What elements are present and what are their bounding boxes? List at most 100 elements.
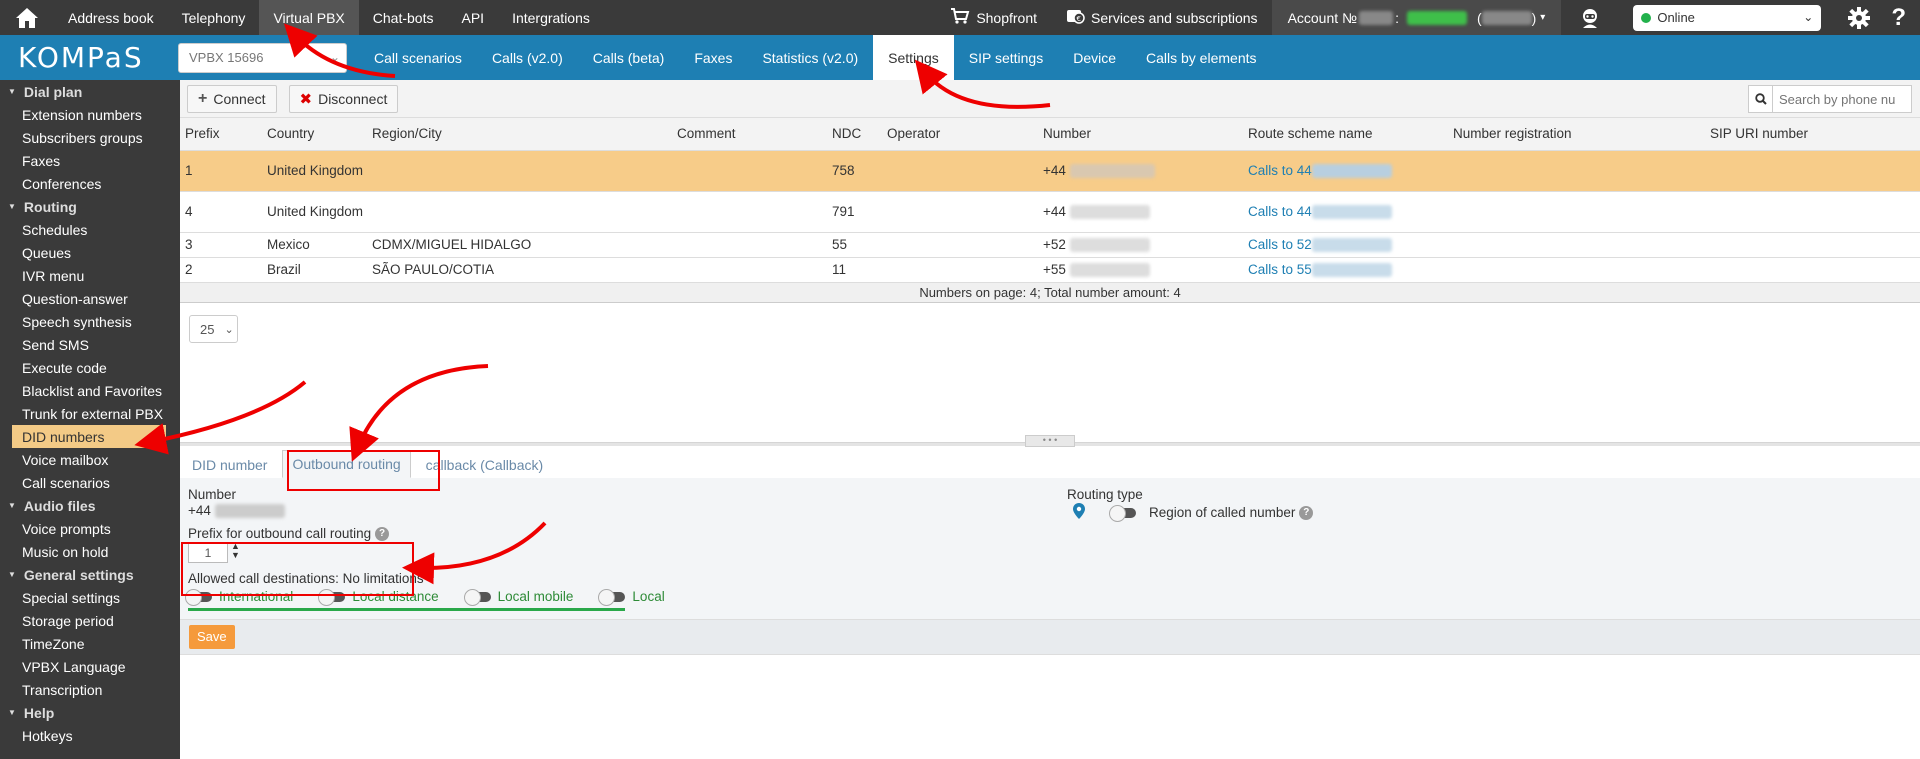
disconnect-button[interactable]: ✖ Disconnect xyxy=(288,84,399,113)
save-area: Save xyxy=(180,620,1920,655)
robot-icon[interactable] xyxy=(1561,0,1619,35)
sidebar-item-ivr-menu[interactable]: IVR menu xyxy=(0,264,180,287)
tab-settings[interactable]: Settings xyxy=(873,35,954,80)
tab-device[interactable]: Device xyxy=(1058,35,1131,80)
search-input[interactable] xyxy=(1773,86,1911,112)
tab-call-scenarios[interactable]: Call scenarios xyxy=(359,35,477,80)
sidebar-item-conferences[interactable]: Conferences xyxy=(0,172,180,195)
sidebar-item-voice-mailbox[interactable]: Voice mailbox xyxy=(0,448,180,471)
triangle-down-icon: ▼ xyxy=(8,501,16,510)
tab-calls-by-elements[interactable]: Calls by elements xyxy=(1131,35,1272,80)
sidebar-item-did-numbers[interactable]: DID numbers xyxy=(12,425,166,448)
col-ndc[interactable]: NDC xyxy=(827,118,882,151)
logo: KOMPaS xyxy=(18,41,144,74)
sidebar-item-queues[interactable]: Queues xyxy=(0,241,180,264)
top-nav-address-book[interactable]: Address book xyxy=(54,0,168,35)
sidebar-item-music-on-hold[interactable]: Music on hold xyxy=(0,540,180,563)
connect-button[interactable]: + Connect xyxy=(187,84,277,113)
chevron-down-icon: ▾ xyxy=(1540,12,1546,23)
toggle-local[interactable]: Local xyxy=(598,588,665,606)
sidebar-item-subscribers-groups[interactable]: Subscribers groups xyxy=(0,126,180,149)
sidebar-item-timezone[interactable]: TimeZone xyxy=(0,632,180,655)
sidebar-item-voice-prompts[interactable]: Voice prompts xyxy=(0,517,180,540)
sidebar-item-hotkeys[interactable]: Hotkeys xyxy=(0,724,180,747)
shopfront-link[interactable]: Shopfront xyxy=(936,0,1051,35)
sidebar-section-help[interactable]: ▼ Help xyxy=(0,701,180,724)
table-row[interactable]: 3 Mexico CDMX/MIGUEL HIDALGO 55 +52 Call… xyxy=(180,232,1920,258)
col-route-scheme[interactable]: Route scheme name xyxy=(1243,118,1448,151)
col-prefix[interactable]: Prefix xyxy=(180,118,262,151)
sidebar-item-send-sms[interactable]: Send SMS xyxy=(0,333,180,356)
account-paren-close: ) xyxy=(1531,9,1537,26)
help-icon[interactable]: ? xyxy=(1883,0,1920,35)
sidebar-item-faxes[interactable]: Faxes xyxy=(0,149,180,172)
table-row[interactable]: 1 United Kingdom 758 +44 Calls to 44 xyxy=(180,150,1920,192)
sidebar-item-special-settings[interactable]: Special settings xyxy=(0,586,180,609)
sidebar-item-execute-code[interactable]: Execute code xyxy=(0,356,180,379)
search-icon[interactable] xyxy=(1749,86,1773,112)
number-value-prefix: +44 xyxy=(188,503,211,518)
gear-icon[interactable] xyxy=(1835,0,1883,35)
help-icon[interactable]: ? xyxy=(1299,505,1314,520)
col-sip-uri[interactable]: SIP URI number xyxy=(1705,118,1920,151)
top-nav-api[interactable]: API xyxy=(447,0,498,35)
tab-faxes[interactable]: Faxes xyxy=(679,35,747,80)
cell-comment xyxy=(672,257,827,283)
col-comment[interactable]: Comment xyxy=(672,118,827,151)
detail-tabs: DID number Outbound routing callback (Ca… xyxy=(180,450,1920,479)
sidebar-item-vpbx-language[interactable]: VPBX Language xyxy=(0,655,180,678)
services-link[interactable]: € Services and subscriptions xyxy=(1051,0,1272,35)
col-number-registration[interactable]: Number registration xyxy=(1448,118,1705,151)
top-nav-chat-bots[interactable]: Chat-bots xyxy=(359,0,448,35)
col-number[interactable]: Number xyxy=(1038,118,1243,151)
account-menu[interactable]: Account № : ( ) ▾ xyxy=(1271,0,1562,35)
sidebar-section-routing[interactable]: ▼ Routing xyxy=(0,195,180,218)
tab-statistics-v2[interactable]: Statistics (v2.0) xyxy=(747,35,873,80)
connect-label: Connect xyxy=(213,90,266,107)
map-pin-icon xyxy=(1073,503,1085,522)
col-operator[interactable]: Operator xyxy=(882,118,1038,151)
sidebar-item-storage-period[interactable]: Storage period xyxy=(0,609,180,632)
top-nav-telephony[interactable]: Telephony xyxy=(168,0,260,35)
sidebar-item-schedules[interactable]: Schedules xyxy=(0,218,180,241)
page-size-select[interactable]: 25 ⌄ xyxy=(189,315,238,343)
splitter-grip[interactable]: • • • xyxy=(1025,435,1075,447)
home-icon[interactable] xyxy=(0,0,54,35)
sidebar-item-call-scenarios[interactable]: Call scenarios xyxy=(0,471,180,494)
sidebar-item-trunk[interactable]: Trunk for external PBX xyxy=(0,402,180,425)
cell-prefix: 1 xyxy=(180,150,262,192)
col-region[interactable]: Region/City xyxy=(367,118,672,151)
route-link[interactable]: Calls to 52 xyxy=(1248,237,1312,252)
sidebar-item-speech-synthesis[interactable]: Speech synthesis xyxy=(0,310,180,333)
vpbx-select[interactable]: VPBX 15696 ⌄ xyxy=(178,42,347,73)
help-icon[interactable]: ? xyxy=(375,527,390,542)
status-select[interactable]: Online ⌄ xyxy=(1633,4,1822,31)
cell-region: SÃO PAULO/COTIA xyxy=(367,257,672,283)
tab-did-number[interactable]: DID number xyxy=(183,451,276,478)
region-toggle[interactable]: Region of called number ? xyxy=(1109,504,1314,522)
sidebar-section-general-settings[interactable]: ▼ General settings xyxy=(0,563,180,586)
cell-number: +52 xyxy=(1038,232,1243,258)
sidebar-item-question-answer[interactable]: Question-answer xyxy=(0,287,180,310)
top-nav-integrations[interactable]: Intergrations xyxy=(498,0,604,35)
toolbar: + Connect ✖ Disconnect xyxy=(180,80,1920,118)
route-link[interactable]: Calls to 44 xyxy=(1248,204,1312,219)
save-button[interactable]: Save xyxy=(189,625,235,649)
tab-sip-settings[interactable]: SIP settings xyxy=(954,35,1058,80)
panel-splitter[interactable]: • • • xyxy=(180,435,1920,447)
top-nav-virtual-pbx[interactable]: Virtual PBX xyxy=(259,0,359,35)
route-link[interactable]: Calls to 44 xyxy=(1248,163,1312,178)
sidebar-item-blacklist[interactable]: Blacklist and Favorites xyxy=(0,379,180,402)
destinations-indicator xyxy=(188,608,625,611)
sidebar-section-dial-plan[interactable]: ▼ Dial plan xyxy=(0,80,180,103)
sidebar-item-extension-numbers[interactable]: Extension numbers xyxy=(0,103,180,126)
sidebar-section-audio-files[interactable]: ▼ Audio files xyxy=(0,494,180,517)
table-row[interactable]: 4 United Kingdom 791 +44 Calls to 44 xyxy=(180,191,1920,233)
tab-calls-beta[interactable]: Calls (beta) xyxy=(578,35,680,80)
tab-calls-v2[interactable]: Calls (v2.0) xyxy=(477,35,578,80)
sidebar-item-transcription[interactable]: Transcription xyxy=(0,678,180,701)
table-row[interactable]: 2 Brazil SÃO PAULO/COTIA 11 +55 Calls to… xyxy=(180,257,1920,283)
route-link[interactable]: Calls to 55 xyxy=(1248,262,1312,277)
col-country[interactable]: Country xyxy=(262,118,367,151)
toggle-local-mobile[interactable]: Local mobile xyxy=(463,588,573,606)
